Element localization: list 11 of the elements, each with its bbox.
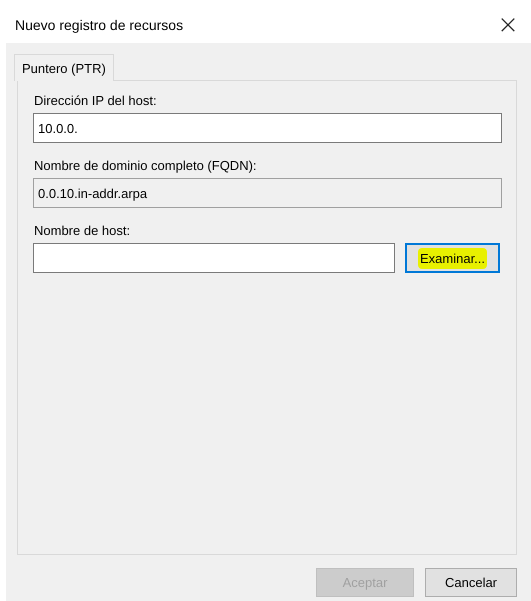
field-label: Nombre de host:: [33, 222, 132, 240]
window-title: Nuevo registro de recursos: [15, 16, 184, 32]
browse-button[interactable]: Examinar...: [405, 243, 500, 273]
dialog-button[interactable]: Cancelar: [425, 568, 517, 597]
field-label: Dirección IP del host:: [33, 92, 158, 110]
tab[interactable]: Puntero (PTR): [14, 54, 114, 81]
text-field[interactable]: 10.0.0.: [33, 113, 502, 143]
field-label: Nombre de dominio completo (FQDN):: [33, 157, 258, 175]
close-button[interactable]: ×: [485, 6, 531, 42]
text-field[interactable]: [33, 243, 395, 273]
text-field[interactable]: 0.0.10.in-addr.arpa: [33, 178, 502, 208]
